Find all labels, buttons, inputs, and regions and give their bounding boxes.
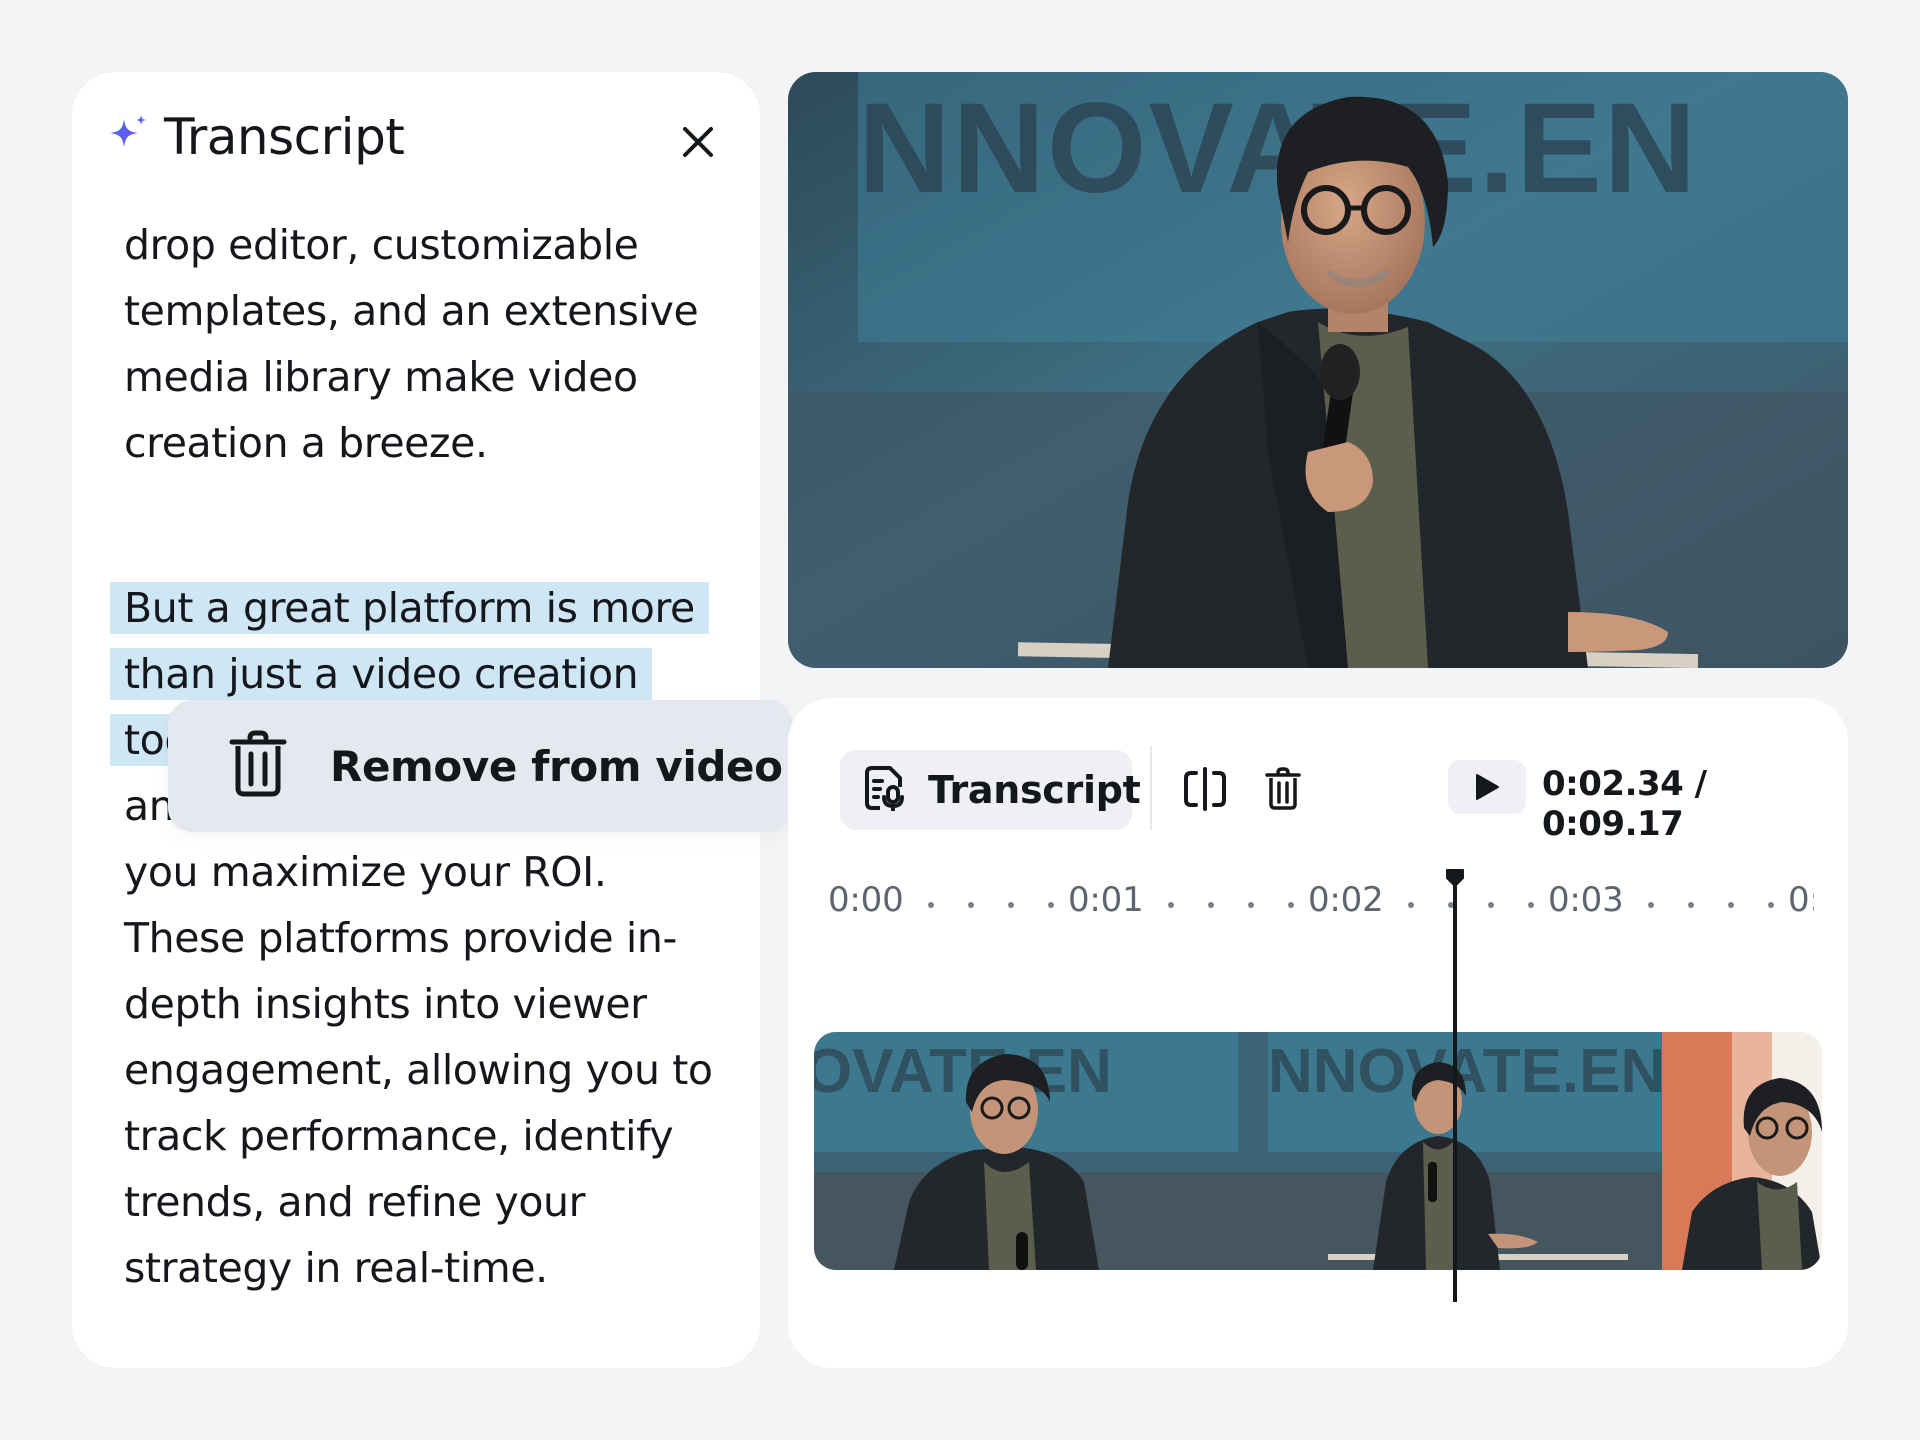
tick-dot <box>1488 902 1494 908</box>
transcript-icon <box>864 765 908 815</box>
clip-backdrop-text: OVATE.EN <box>814 1037 1112 1106</box>
video-clip-track[interactable]: OVATE.EN NNOVATE.EN <box>814 1032 1822 1270</box>
timeline-panel: Transcript 0:02.34 / 0:09.17 0:00 0:01 0:0… <box>788 698 1848 1368</box>
tick-dot <box>928 902 934 908</box>
split-icon <box>1184 767 1226 811</box>
delete-button[interactable] <box>1250 756 1316 822</box>
transcript-paragraph[interactable]: drop editor, customizable templates, and… <box>124 212 734 476</box>
trash-icon <box>1265 767 1301 810</box>
clip-backdrop-text: NNOVATE.EN <box>1268 1037 1662 1106</box>
transcript-paragraph[interactable]: But a great platform is more than just a… <box>110 575 734 1301</box>
tick-dot <box>1008 902 1014 908</box>
tick-label: 0:03 <box>1548 880 1624 920</box>
tick-dot <box>1248 902 1254 908</box>
tick-dot <box>1528 902 1534 908</box>
tick-label: 0:0 <box>1788 880 1814 920</box>
tick-dot <box>1768 902 1774 908</box>
tick-dot <box>1168 902 1174 908</box>
tick-dot <box>1728 902 1734 908</box>
timecode: 0:02.34 / 0:09.17 <box>1542 764 1707 844</box>
clip-thumbnail[interactable]: OVATE.EN <box>814 1032 1238 1270</box>
clip-thumbnail[interactable]: NNOVATE.EN <box>1238 1032 1665 1270</box>
timeline-ruler[interactable]: 0:00 0:01 0:02 0:03 0:0 <box>818 880 1814 940</box>
tick-dot <box>1288 902 1294 908</box>
backdrop-text: NNOVATE.EN <box>858 77 1698 220</box>
panel-title: Transcript <box>164 108 405 166</box>
tick-dot <box>1408 902 1414 908</box>
playhead-handle-icon[interactable] <box>1445 868 1465 888</box>
tick-dot <box>1048 902 1054 908</box>
tick-dot <box>1688 902 1694 908</box>
tick-dot <box>1648 902 1654 908</box>
transcript-toggle-button[interactable]: Transcript <box>840 750 1141 830</box>
close-button[interactable] <box>670 114 726 170</box>
transcript-header: Transcript <box>106 108 405 166</box>
tick-label: 0:02 <box>1308 880 1384 920</box>
split-button[interactable] <box>1172 756 1238 822</box>
toolbar-divider <box>1150 746 1152 830</box>
close-icon <box>683 127 713 157</box>
trash-icon <box>228 730 288 802</box>
play-button[interactable] <box>1448 760 1526 814</box>
ai-sparkle-icon <box>106 113 150 161</box>
remove-from-video-label: Remove from video <box>330 741 783 791</box>
tick-dot <box>1208 902 1214 908</box>
clip-thumbnail[interactable] <box>1662 1032 1822 1270</box>
transcript-toggle-label: Transcript <box>928 768 1141 812</box>
tick-label: 0:00 <box>828 880 904 920</box>
tick-label: 0:01 <box>1068 880 1144 920</box>
remove-from-video-menu-item[interactable]: Remove from video <box>168 700 792 832</box>
play-icon <box>1476 774 1499 800</box>
video-preview[interactable]: NNOVATE.EN <box>788 72 1848 668</box>
tick-dot <box>968 902 974 908</box>
playhead[interactable] <box>1453 874 1457 1302</box>
